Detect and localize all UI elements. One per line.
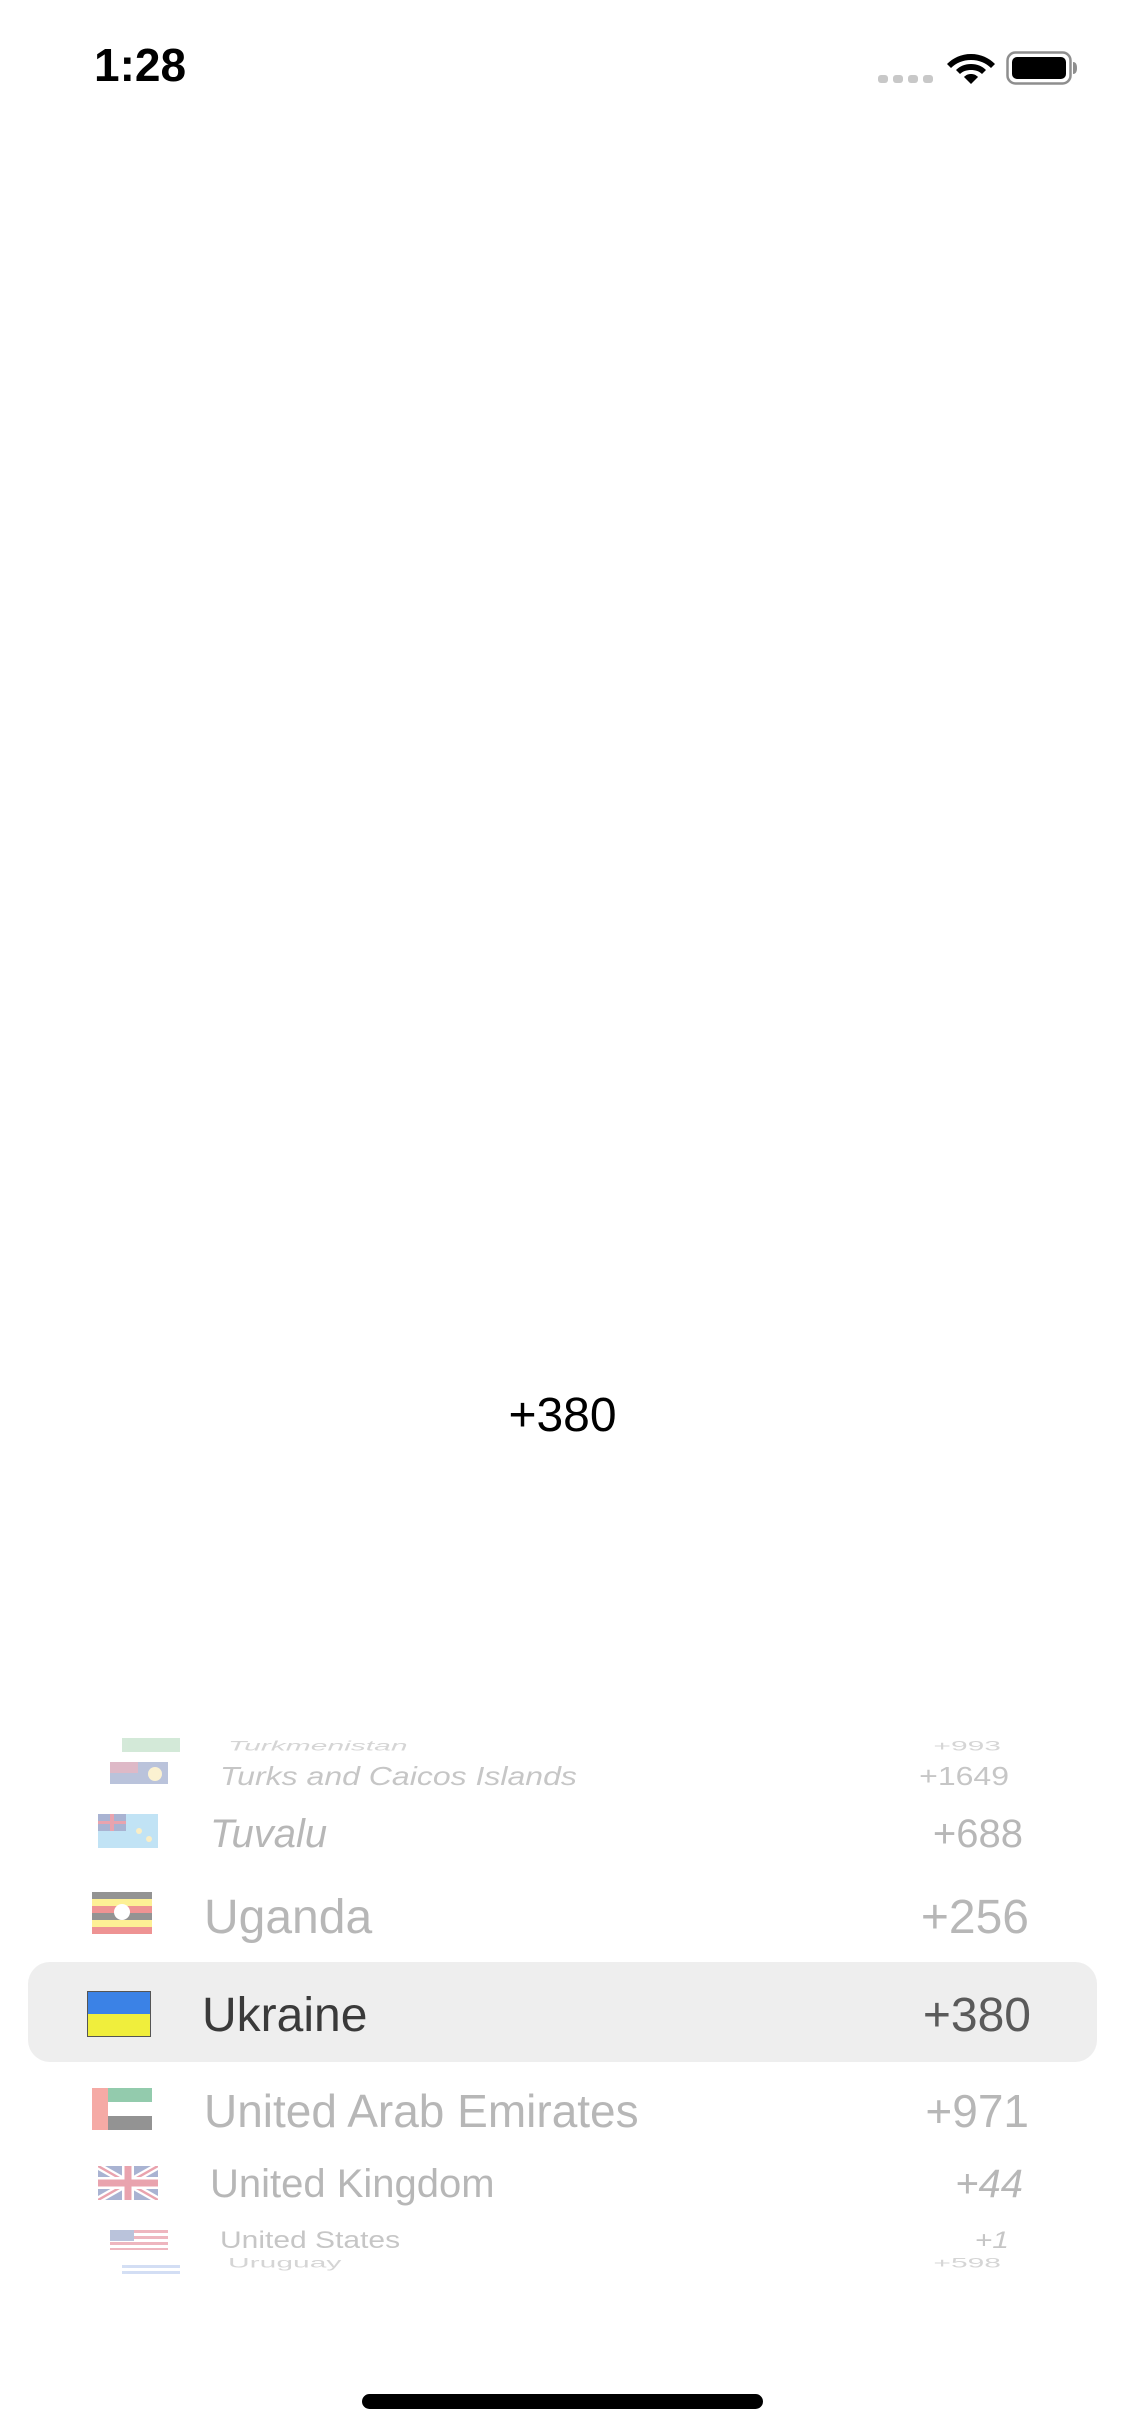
picker-row[interactable]: United Arab Emirates +971: [0, 2074, 1125, 2144]
uk-flag-icon: [98, 2166, 158, 2200]
country-name: Ukraine: [202, 1989, 368, 2042]
ukraine-flag-yellow-band: [88, 2014, 150, 2036]
uk-flag-graphic: [98, 2166, 158, 2200]
picker-row-selected[interactable]: Ukraine +380: [0, 1966, 1125, 2056]
country-code: +993: [933, 1738, 1001, 1754]
country-name: Tuvalu: [210, 1812, 328, 1856]
usa-flag-icon: [110, 2230, 168, 2250]
home-indicator[interactable]: [362, 2394, 763, 2409]
turks-and-caicos-flag-icon: [110, 1762, 168, 1784]
wifi-icon: [947, 54, 995, 84]
country-code: +1649: [919, 1761, 1009, 1791]
country-name: United Arab Emirates: [204, 2085, 639, 2137]
country-code: +598: [933, 2256, 1001, 2271]
country-picker-wheel[interactable]: Turkmenistan +993 Turks and Caicos Islan…: [0, 1738, 1125, 2278]
ukraine-flag-blue-band: [88, 1992, 150, 2014]
country-name: United States: [220, 2227, 401, 2254]
picker-row[interactable]: Tuvalu +688: [0, 1804, 1125, 1864]
country-name: Uganda: [204, 1891, 373, 1944]
country-code: +256: [920, 1891, 1029, 1944]
battery-icon: [1006, 51, 1077, 85]
country-name: Turkmenistan: [228, 1738, 408, 1754]
picker-row[interactable]: United Kingdom +44: [0, 2154, 1125, 2214]
tuvalu-flag-icon: [98, 1814, 158, 1848]
turkmenistan-flag-icon: [122, 1738, 180, 1752]
country-code: +1: [974, 2227, 1009, 2254]
ukraine-flag-icon: [87, 1991, 151, 2037]
country-code: +44: [955, 2162, 1023, 2206]
status-bar: 1:28: [0, 0, 1125, 140]
picker-row[interactable]: Uruguay +598: [0, 2256, 1125, 2278]
country-name: Uruguay: [228, 2256, 342, 2271]
picker-row[interactable]: Turkmenistan +993: [0, 1738, 1125, 1754]
country-code: +688: [932, 1812, 1023, 1856]
picker-row[interactable]: Turks and Caicos Islands +1649: [0, 1756, 1125, 1796]
uganda-flag-icon: [92, 1892, 152, 1934]
uruguay-flag-icon: [122, 2262, 180, 2274]
selected-country-code: +380: [508, 1389, 617, 1442]
country-code: +971: [925, 2085, 1029, 2137]
picker-row[interactable]: Uganda +256: [0, 1880, 1125, 1950]
cellular-signal-icon: [878, 75, 933, 83]
picker-row[interactable]: United States +1: [0, 2220, 1125, 2260]
uae-flag-icon: [92, 2088, 152, 2130]
country-code: +380: [922, 1989, 1031, 2042]
country-name: Turks and Caicos Islands: [220, 1761, 577, 1791]
country-name: United Kingdom: [210, 2162, 495, 2206]
status-time: 1:28: [94, 39, 187, 91]
